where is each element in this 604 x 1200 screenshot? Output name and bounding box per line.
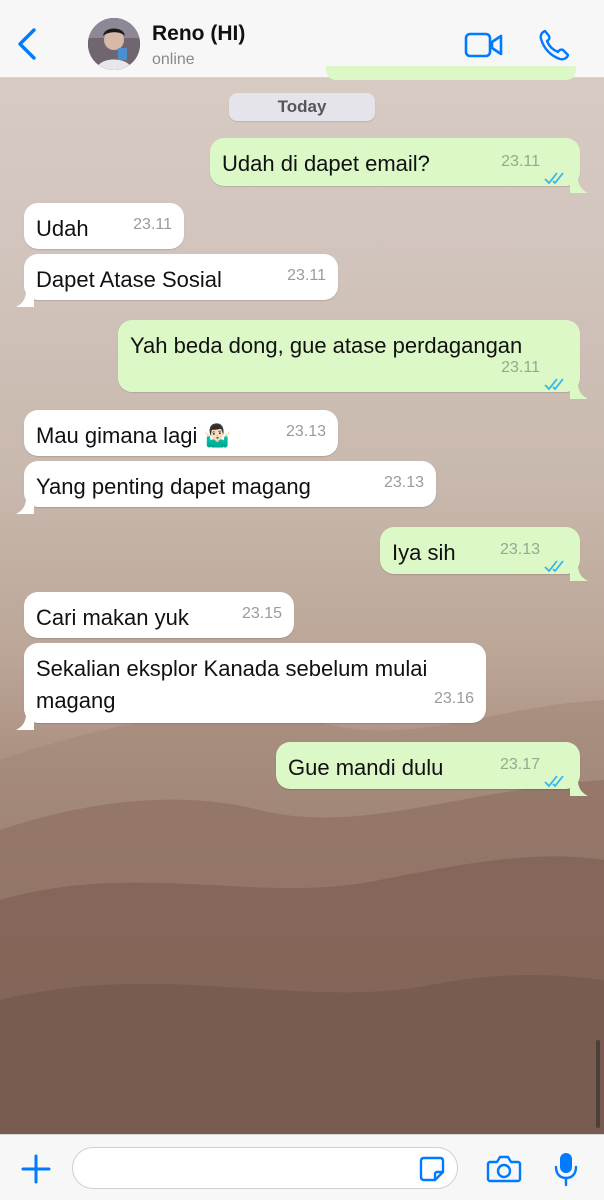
message-time: 23.15 bbox=[241, 605, 282, 622]
message-bubble-outgoing[interactable]: Yah beda dong, gue atase perdagangan 23.… bbox=[118, 320, 588, 399]
sticker-icon[interactable] bbox=[418, 1155, 446, 1183]
message-text: Iya sih bbox=[392, 540, 456, 565]
bubble-tail bbox=[570, 773, 588, 796]
camera-icon[interactable] bbox=[486, 1154, 522, 1184]
message-bubble-outgoing[interactable]: Gue mandi dulu 23.17 bbox=[276, 742, 588, 796]
message-bubble-incoming[interactable]: Cari makan yuk 23.15 bbox=[24, 592, 294, 638]
back-chevron-icon[interactable] bbox=[14, 26, 40, 62]
message-time: 23.13 bbox=[285, 423, 326, 440]
message-time: 23.16 bbox=[433, 690, 474, 707]
avatar[interactable] bbox=[88, 18, 140, 70]
message-bubble-incoming[interactable]: Udah 23.11 bbox=[24, 203, 184, 249]
message-bubble-incoming[interactable]: Sekalian eksplor Kanada sebelum mulai ma… bbox=[16, 643, 486, 730]
bubble-tail bbox=[16, 707, 34, 730]
bubble-tail bbox=[570, 170, 588, 193]
bubble-tail bbox=[16, 491, 34, 514]
message-text: Yang penting dapet magang bbox=[36, 474, 311, 499]
message-time: 23.13 bbox=[383, 474, 424, 491]
message-input[interactable] bbox=[72, 1147, 458, 1189]
read-ticks-icon bbox=[544, 765, 570, 788]
message-text: Udah di dapet email? bbox=[222, 151, 430, 176]
read-ticks-icon bbox=[544, 550, 570, 573]
bubble-tail bbox=[570, 558, 588, 581]
microphone-icon[interactable] bbox=[554, 1151, 578, 1187]
read-ticks-icon bbox=[544, 368, 570, 391]
bubble-tail bbox=[570, 376, 588, 399]
message-time: 23.11 bbox=[501, 153, 540, 170]
message-bubble-outgoing[interactable]: Iya sih 23.13 bbox=[380, 527, 588, 581]
message-bubble-incoming[interactable]: Dapet Atase Sosial 23.11 bbox=[16, 254, 338, 307]
message-text: Gue mandi dulu bbox=[288, 755, 444, 780]
phone-call-icon[interactable] bbox=[538, 28, 570, 62]
message-time: 23.11 bbox=[287, 267, 326, 284]
message-bubble-outgoing[interactable]: Udah di dapet email? 23.11 bbox=[210, 138, 588, 193]
video-call-icon[interactable] bbox=[464, 30, 504, 60]
composer-bar bbox=[0, 1134, 604, 1200]
contact-name[interactable]: Reno (HI) bbox=[152, 22, 245, 46]
message-time: 23.17 bbox=[499, 756, 540, 773]
message-text: Udah bbox=[36, 216, 89, 241]
message-text: Dapet Atase Sosial bbox=[36, 267, 222, 292]
message-time: 23.11 bbox=[501, 359, 540, 376]
plus-icon[interactable] bbox=[20, 1153, 52, 1185]
message-bubble-incoming[interactable]: Yang penting dapet magang 23.13 bbox=[16, 461, 436, 514]
message-time: 23.11 bbox=[133, 216, 172, 233]
contact-status: online bbox=[152, 51, 195, 68]
message-text: Mau gimana lagi 🤷🏻‍♂️ bbox=[36, 423, 231, 448]
message-text: Yah beda dong, gue atase perdagangan bbox=[130, 333, 523, 358]
day-separator: Today bbox=[229, 93, 375, 121]
message-bubble-incoming[interactable]: Mau gimana lagi 🤷🏻‍♂️ 23.13 bbox=[24, 410, 338, 456]
partial-message-bubble bbox=[326, 66, 576, 80]
message-time: 23.13 bbox=[499, 541, 540, 558]
scroll-indicator[interactable] bbox=[596, 1040, 600, 1128]
read-ticks-icon bbox=[544, 162, 570, 185]
bubble-tail bbox=[16, 284, 34, 307]
message-text: Cari makan yuk bbox=[36, 605, 189, 630]
message-text: Sekalian eksplor Kanada sebelum mulai ma… bbox=[36, 656, 428, 713]
